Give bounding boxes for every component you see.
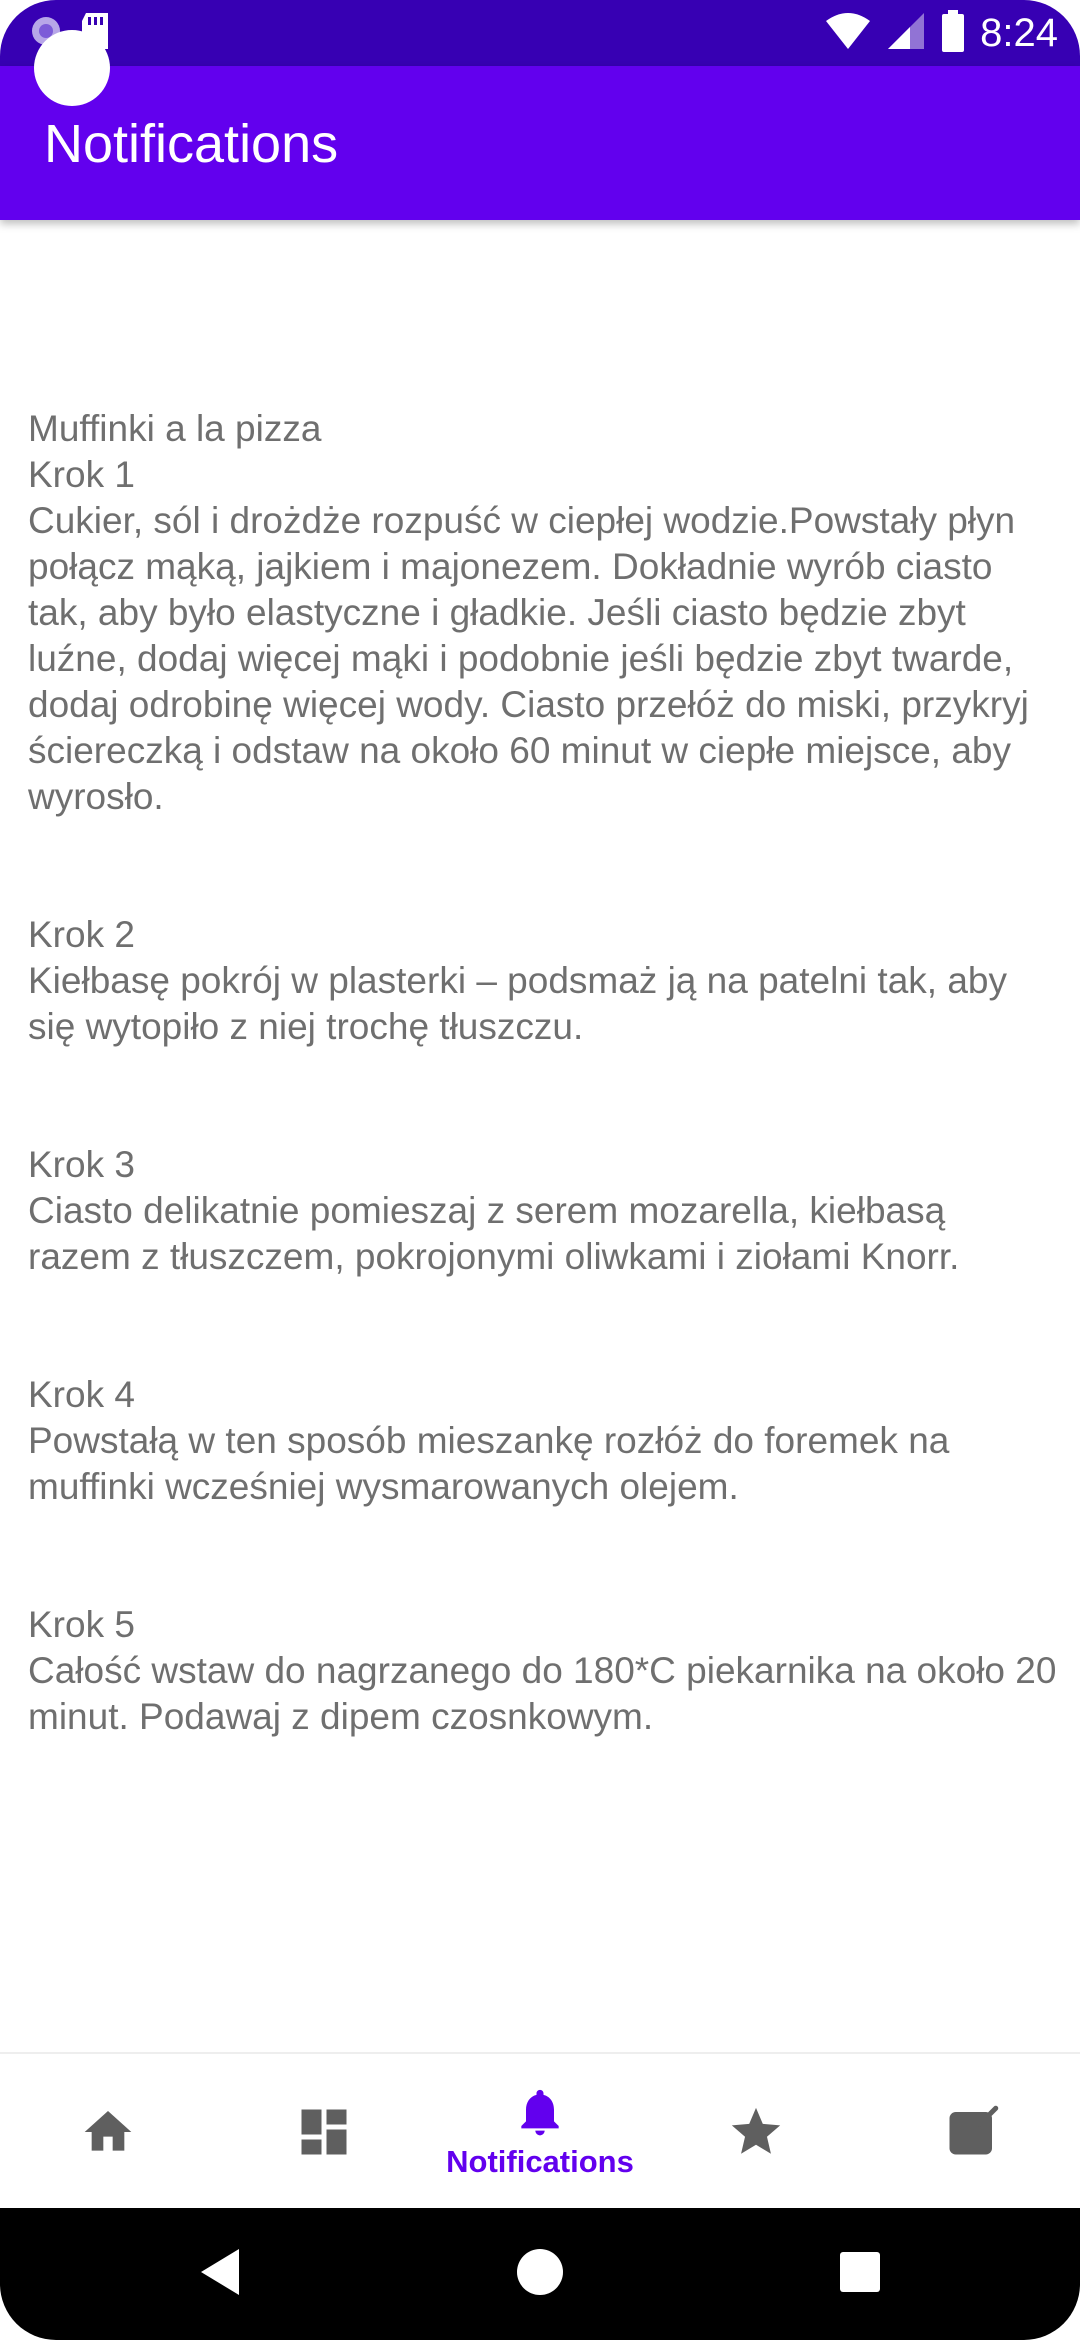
- step-heading: Krok 5: [28, 1604, 135, 1645]
- bottom-navigation: Notifications: [0, 2052, 1080, 2210]
- app-title: Notifications: [44, 114, 339, 174]
- step-heading: Krok 2: [28, 914, 135, 955]
- nav-item-notifications[interactable]: Notifications: [432, 2054, 648, 2210]
- home-button[interactable]: [500, 2234, 580, 2314]
- recents-button[interactable]: [820, 2234, 900, 2314]
- nav-item-favorites[interactable]: [648, 2054, 864, 2210]
- nav-item-notes[interactable]: [864, 2054, 1080, 2210]
- wifi-icon: [824, 11, 872, 56]
- home-icon: [80, 2104, 136, 2160]
- nav-label-notifications: Notifications: [446, 2144, 634, 2179]
- screen: 8:24 Notifications Muffinki a la pizza K…: [0, 0, 1080, 2340]
- recents-square-icon: [839, 2251, 881, 2298]
- step-heading: Krok 3: [28, 1144, 135, 1185]
- notifications-icon: [512, 2084, 568, 2140]
- recipe-step-5: Krok 5 Całość wstaw do nagrzanego do 180…: [28, 1602, 1058, 1740]
- step-text: Powstałą w ten sposób mieszankę rozłóż d…: [28, 1420, 950, 1507]
- step-text: Cukier, sól i drożdże rozpuść w ciepłej …: [28, 500, 1029, 817]
- recipe-step-3: Krok 3 Ciasto delikatnie pomieszaj z ser…: [28, 1142, 1058, 1280]
- recipe-step-2: Krok 2 Kiełbasę pokrój w plasterki – pod…: [28, 912, 1058, 1050]
- back-button[interactable]: [180, 2234, 260, 2314]
- note-icon: [942, 2101, 1002, 2163]
- dashboard-icon: [294, 2102, 354, 2162]
- system-navigation-bar: [0, 2208, 1080, 2340]
- floating-overlay-circle[interactable]: [34, 30, 110, 106]
- app-bar: Notifications: [0, 66, 1080, 220]
- recipe-step-4: Krok 4 Powstałą w ten sposób mieszankę r…: [28, 1372, 1058, 1510]
- step-heading: Krok 1: [28, 454, 135, 495]
- nav-item-dashboard[interactable]: [216, 2054, 432, 2210]
- step-text: Ciasto delikatnie pomieszaj z serem moza…: [28, 1190, 960, 1277]
- star-icon: [727, 2103, 785, 2161]
- home-circle-icon: [516, 2248, 564, 2301]
- nav-item-home[interactable]: [0, 2054, 216, 2210]
- status-bar: 8:24: [0, 0, 1080, 66]
- step-text: Całość wstaw do nagrzanego do 180*C piek…: [28, 1650, 1057, 1737]
- signal-icon: [886, 11, 926, 56]
- battery-icon: [940, 9, 966, 57]
- status-right: 8:24: [824, 8, 1058, 58]
- status-time: 8:24: [980, 10, 1058, 55]
- recipe-step-1: Muffinki a la pizza Krok 1 Cukier, sól i…: [28, 406, 1058, 820]
- step-heading: Krok 4: [28, 1374, 135, 1415]
- step-text: Kiełbasę pokrój w plasterki – podsmaż ją…: [28, 960, 1007, 1047]
- recipe-title: Muffinki a la pizza: [28, 408, 322, 449]
- back-triangle-icon: [197, 2247, 243, 2302]
- recipe-content: Muffinki a la pizza Krok 1 Cukier, sól i…: [28, 406, 1058, 1740]
